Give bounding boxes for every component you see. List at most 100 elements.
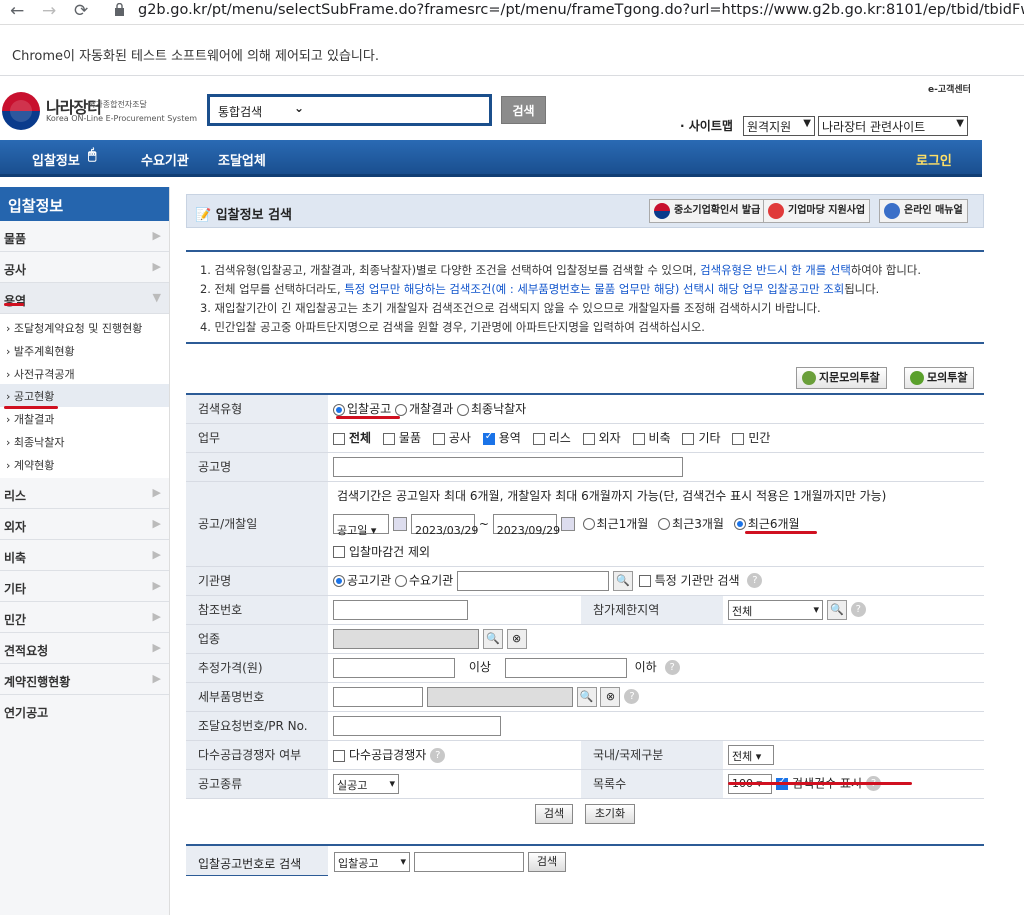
- checkbox-exclude-closed[interactable]: [333, 546, 345, 558]
- back-icon[interactable]: ←: [10, 1, 24, 21]
- sidebar-item-service[interactable]: 용역 ▼: [0, 283, 169, 314]
- customer-center-link[interactable]: e-고객센터: [928, 82, 971, 95]
- submenu-item[interactable]: › 조달청계약요청 및 진행현황: [0, 316, 169, 339]
- calendar-icon[interactable]: [393, 517, 407, 531]
- reload-icon[interactable]: ⟳: [74, 1, 88, 21]
- sidebar-item-construction[interactable]: 공사 ▶: [0, 252, 169, 283]
- search-scope[interactable]: 통합검색: [218, 103, 262, 120]
- checkbox-specific-org[interactable]: [638, 574, 651, 587]
- url-text[interactable]: g2b.go.kr/pt/menu/selectSubFrame.do?fram…: [138, 2, 1024, 18]
- search-icon[interactable]: 🔍: [576, 686, 597, 707]
- label-intl: 국내/국제구분: [581, 740, 723, 770]
- checkbox-service[interactable]: [482, 431, 495, 445]
- region-select[interactable]: 전체 ▾: [728, 599, 823, 620]
- search-icon[interactable]: 🔍: [826, 599, 847, 620]
- checkbox-all[interactable]: [333, 432, 345, 445]
- submenu-item[interactable]: › 사전규격공개: [0, 362, 169, 385]
- label-rows: 목록수: [581, 769, 723, 799]
- date-to-input[interactable]: 2023/09/29: [492, 514, 560, 537]
- org-name-input[interactable]: [457, 570, 609, 591]
- submenu-item[interactable]: › 발주계획현황: [0, 339, 169, 362]
- submenu-item-active[interactable]: › 공고현황: [0, 384, 169, 408]
- help-icon[interactable]: ?: [624, 689, 640, 704]
- label-ref-no: 참조번호: [186, 595, 328, 625]
- sme-certificate-button[interactable]: 중소기업확인서 발급: [649, 199, 766, 223]
- search-icon[interactable]: 🔍: [612, 570, 633, 591]
- intl-select[interactable]: 전체 ▾: [728, 744, 774, 765]
- date-from-input[interactable]: 2023/03/29: [411, 514, 478, 537]
- sidebar-item-goods[interactable]: 물품 ▶: [0, 221, 169, 252]
- submit-search-button[interactable]: 검색: [535, 804, 573, 824]
- clear-icon[interactable]: ⊗: [600, 686, 621, 707]
- checkbox-lease[interactable]: [532, 432, 545, 445]
- browser-url-bar: ← → ⟳ g2b.go.kr/pt/menu/selectSubFrame.d…: [0, 0, 1024, 25]
- notice-name-input[interactable]: [333, 456, 683, 477]
- checkbox-multi-supplier[interactable]: [333, 749, 345, 762]
- fingerprint-mock-bid-button[interactable]: 지문모의투찰: [796, 367, 887, 389]
- checkbox-etc[interactable]: [682, 432, 695, 445]
- nav-demand-agency[interactable]: 수요기관: [141, 150, 189, 169]
- radio-opening-result[interactable]: [395, 403, 407, 416]
- help-icon[interactable]: ?: [430, 748, 446, 763]
- mock-bid-button[interactable]: 모의투찰: [904, 367, 975, 389]
- related-sites-select[interactable]: 나라장터 관련사이트 ▼: [818, 116, 968, 136]
- search-button[interactable]: 검색: [501, 96, 546, 124]
- label-date: 공고/개찰일: [186, 481, 328, 567]
- nav-bid-info[interactable]: 입찰정보: [32, 150, 80, 169]
- bid-number-input[interactable]: [414, 852, 524, 872]
- item-name-input: [426, 686, 573, 707]
- radio-final-winner[interactable]: [457, 403, 469, 416]
- ref-no-input[interactable]: [333, 599, 468, 620]
- submenu-item[interactable]: › 계약현황: [0, 453, 169, 476]
- login-link[interactable]: 로그인: [916, 150, 952, 169]
- radio-demand-org[interactable]: [395, 574, 407, 587]
- sidebar-item-private[interactable]: 민간 ▶: [0, 602, 169, 633]
- checkbox-stockpile[interactable]: [632, 432, 645, 445]
- sidebar-item-foreign[interactable]: 외자 ▶: [0, 509, 169, 540]
- calendar-icon[interactable]: [560, 517, 575, 531]
- sidebar-item-quote[interactable]: 견적요청 ▶: [0, 633, 169, 664]
- sidebar-item-lease[interactable]: 리스 ▶: [0, 478, 169, 509]
- sidebar-item-etc[interactable]: 기타 ▶: [0, 571, 169, 602]
- sidebar-item-postponed[interactable]: 연기공고: [0, 695, 169, 726]
- infobar-text: Chrome이 자동화된 테스트 소프트웨어에 의해 제어되고 있습니다.: [12, 49, 379, 64]
- reset-button[interactable]: 초기화: [585, 804, 635, 824]
- radio-notice-org[interactable]: [333, 574, 345, 587]
- help-icon[interactable]: ?: [850, 602, 866, 617]
- bid-type-select[interactable]: 입찰공고 ▾: [334, 852, 410, 872]
- label-search-type: 검색유형: [186, 394, 328, 424]
- magnifier-icon: [768, 203, 784, 219]
- checkbox-goods[interactable]: [382, 432, 395, 445]
- date-type-select[interactable]: 공고일 ▾: [333, 514, 389, 537]
- radio-recent-3m[interactable]: [658, 518, 671, 530]
- help-icon[interactable]: ?: [664, 660, 680, 675]
- price-max-input[interactable]: [504, 657, 627, 678]
- radio-bid-notice[interactable]: [333, 403, 345, 416]
- submenu-item[interactable]: › 최종낙찰자: [0, 430, 169, 453]
- remote-support-select[interactable]: 원격지원 ▼: [743, 116, 815, 136]
- bizinfo-button[interactable]: 기업마당 지원사업: [763, 199, 871, 223]
- online-manual-button[interactable]: 온라인 매뉴얼: [879, 199, 968, 223]
- radio-recent-6m[interactable]: [733, 518, 746, 530]
- submenu-item[interactable]: › 개찰결과: [0, 407, 169, 430]
- radio-recent-1m[interactable]: [582, 518, 595, 530]
- sidebar-item-stockpile[interactable]: 비축 ▶: [0, 540, 169, 571]
- search-input[interactable]: 통합검색 ⌄: [207, 94, 492, 126]
- request-no-input[interactable]: [333, 715, 501, 736]
- item-no-input[interactable]: [333, 686, 423, 707]
- price-min-input[interactable]: [333, 657, 455, 678]
- site-logo[interactable]: 나라장터 국가종합전자조달 Korea ON-Line E-Procuremen…: [0, 86, 200, 132]
- checkbox-construction[interactable]: [432, 432, 445, 445]
- notice-kind-select[interactable]: 실공고 ▾: [333, 773, 399, 794]
- help-icon[interactable]: ?: [747, 573, 763, 588]
- search-icon[interactable]: 🔍: [482, 628, 503, 649]
- sidebar-item-contract-progress[interactable]: 계약진행현황 ▶: [0, 664, 169, 695]
- checkbox-private[interactable]: [732, 432, 745, 445]
- checkbox-foreign[interactable]: [582, 432, 595, 445]
- sitemap-link[interactable]: · 사이트맵: [680, 117, 733, 134]
- annotation-underline: [728, 782, 912, 785]
- bid-number-search-button[interactable]: 검색: [528, 852, 566, 872]
- nav-supplier[interactable]: 조달업체: [218, 150, 266, 169]
- clear-icon[interactable]: ⊗: [506, 628, 527, 649]
- forward-icon[interactable]: →: [42, 1, 56, 21]
